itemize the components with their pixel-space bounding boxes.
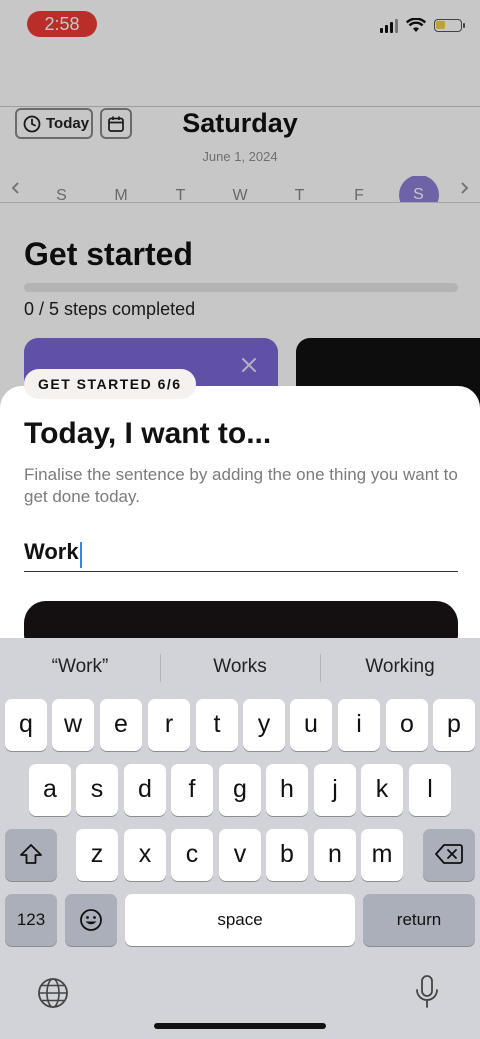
chevron-right-icon[interactable] <box>458 180 470 196</box>
key-a[interactable]: a <box>29 764 71 816</box>
space-key[interactable]: space <box>125 894 355 946</box>
sheet-description: Finalise the sentence by adding the one … <box>24 465 458 506</box>
week-day-wed[interactable]: W <box>220 176 260 202</box>
key-b[interactable]: b <box>266 829 308 881</box>
key-w[interactable]: w <box>52 699 94 751</box>
text-caret <box>79 541 82 568</box>
chevron-left-icon[interactable] <box>10 180 22 196</box>
day-title: Saturday <box>182 108 298 138</box>
key-v[interactable]: v <box>219 829 261 881</box>
week-day-fri[interactable]: F <box>339 176 379 202</box>
suggestion-1[interactable]: “Work” <box>0 638 160 696</box>
week-day-thu[interactable]: T <box>280 176 320 202</box>
key-m[interactable]: m <box>361 829 403 881</box>
date-subtitle: June 1, 2024 <box>202 149 278 164</box>
suggestion-3[interactable]: Working <box>320 638 480 696</box>
week-day-sat-selected[interactable]: S <box>398 176 439 202</box>
key-s[interactable]: s <box>76 764 118 816</box>
key-q[interactable]: q <box>5 699 47 751</box>
key-h[interactable]: h <box>266 764 308 816</box>
microphone-icon[interactable] <box>414 974 440 1010</box>
step-badge: GET STARTED 6/6 <box>24 369 196 399</box>
wifi-icon <box>406 18 426 32</box>
key-f[interactable]: f <box>171 764 213 816</box>
numbers-key[interactable]: 123 <box>5 894 57 946</box>
header-divider <box>0 106 480 107</box>
steps-progress-bar <box>24 283 458 292</box>
shift-key[interactable] <box>5 829 57 881</box>
delete-key[interactable] <box>423 829 475 881</box>
backspace-icon <box>435 844 463 864</box>
status-icons <box>380 18 465 33</box>
shift-icon <box>20 844 42 864</box>
sheet-title: Today, I want to... <box>24 417 272 450</box>
key-y[interactable]: y <box>243 699 285 751</box>
key-d[interactable]: d <box>124 764 166 816</box>
emoji-key[interactable] <box>65 894 117 946</box>
return-key[interactable]: return <box>363 894 475 946</box>
key-j[interactable]: j <box>314 764 356 816</box>
key-c[interactable]: c <box>171 829 213 881</box>
keyboard: “Work” Works Working q w e r t y u i o p… <box>0 638 480 1039</box>
cellular-signal-icon <box>380 18 398 33</box>
close-icon[interactable] <box>238 354 260 376</box>
key-t[interactable]: t <box>196 699 238 751</box>
suggestion-2[interactable]: Works <box>160 638 320 696</box>
goal-input-value: Work <box>24 539 79 564</box>
key-n[interactable]: n <box>314 829 356 881</box>
key-r[interactable]: r <box>148 699 190 751</box>
battery-icon <box>434 19 465 32</box>
get-started-title: Get started <box>24 236 193 272</box>
key-x[interactable]: x <box>124 829 166 881</box>
key-i[interactable]: i <box>338 699 380 751</box>
emoji-icon <box>80 909 102 931</box>
key-u[interactable]: u <box>290 699 332 751</box>
key-z[interactable]: z <box>76 829 118 881</box>
week-strip: S M T W T F S <box>10 176 470 202</box>
week-divider <box>0 202 480 203</box>
key-p[interactable]: p <box>433 699 475 751</box>
globe-icon[interactable] <box>36 976 70 1010</box>
home-indicator[interactable] <box>154 1023 326 1029</box>
week-day-mon[interactable]: M <box>101 176 141 202</box>
key-g[interactable]: g <box>219 764 261 816</box>
key-l[interactable]: l <box>409 764 451 816</box>
key-o[interactable]: o <box>386 699 428 751</box>
suggestion-bar: “Work” Works Working <box>0 638 480 696</box>
app-screen: 2:58 To d a y Saturday June 1, 2024 S M T W… <box>0 0 480 1039</box>
week-day-tue[interactable]: T <box>161 176 201 202</box>
steps-progress-text: 0 / 5 steps completed <box>24 299 196 319</box>
goal-input[interactable]: Work <box>24 536 458 572</box>
status-time: 2:58 <box>27 11 97 37</box>
key-e[interactable]: e <box>100 699 142 751</box>
key-k[interactable]: k <box>361 764 403 816</box>
week-day-sun[interactable]: S <box>42 176 82 202</box>
